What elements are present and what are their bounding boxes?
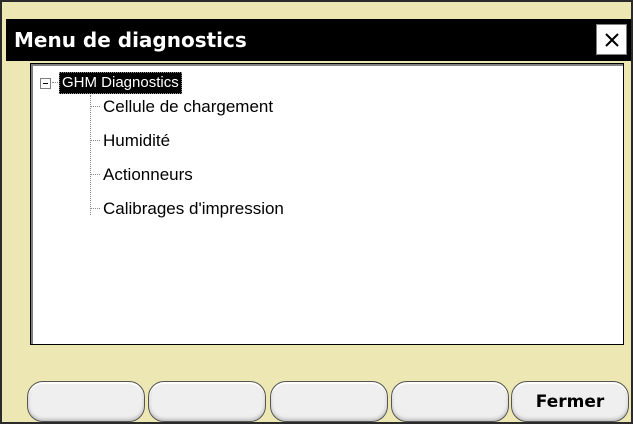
- tree-connector: [52, 82, 58, 84]
- tree-connector: [90, 140, 100, 142]
- diagnostics-dialog: Menu de diagnostics GHM Diagnostics Cell…: [0, 0, 633, 424]
- tree-item-actionneurs[interactable]: Actionneurs: [90, 163, 193, 187]
- tree-item-humidite[interactable]: Humidité: [90, 129, 170, 153]
- tree-connector: [90, 208, 100, 210]
- diagnostics-tree: GHM Diagnostics Cellule de chargement Hu…: [30, 63, 624, 345]
- function-button-3[interactable]: [270, 381, 388, 422]
- tree-root-item[interactable]: GHM Diagnostics: [40, 71, 182, 95]
- close-dialog-button[interactable]: Fermer: [511, 381, 629, 422]
- tree-connector: [90, 106, 100, 108]
- tree-item-label[interactable]: Humidité: [103, 131, 170, 151]
- tree-item-cellule-de-chargement[interactable]: Cellule de chargement: [90, 95, 273, 119]
- close-button[interactable]: [596, 24, 627, 55]
- title-bar: Menu de diagnostics: [6, 19, 631, 61]
- function-button-1[interactable]: [27, 381, 145, 422]
- tree-item-label[interactable]: Actionneurs: [103, 165, 193, 185]
- tree-item-calibrages-impression[interactable]: Calibrages d'impression: [90, 197, 284, 221]
- tree-item-label[interactable]: Calibrages d'impression: [103, 199, 284, 219]
- window-title: Menu de diagnostics: [14, 28, 247, 52]
- close-icon: [604, 32, 619, 47]
- function-button-2[interactable]: [148, 381, 266, 422]
- function-button-4[interactable]: [391, 381, 509, 422]
- tree-root-label[interactable]: GHM Diagnostics: [59, 72, 182, 94]
- tree-connector: [90, 174, 100, 176]
- tree-item-label[interactable]: Cellule de chargement: [103, 97, 273, 117]
- collapse-icon[interactable]: [40, 77, 51, 89]
